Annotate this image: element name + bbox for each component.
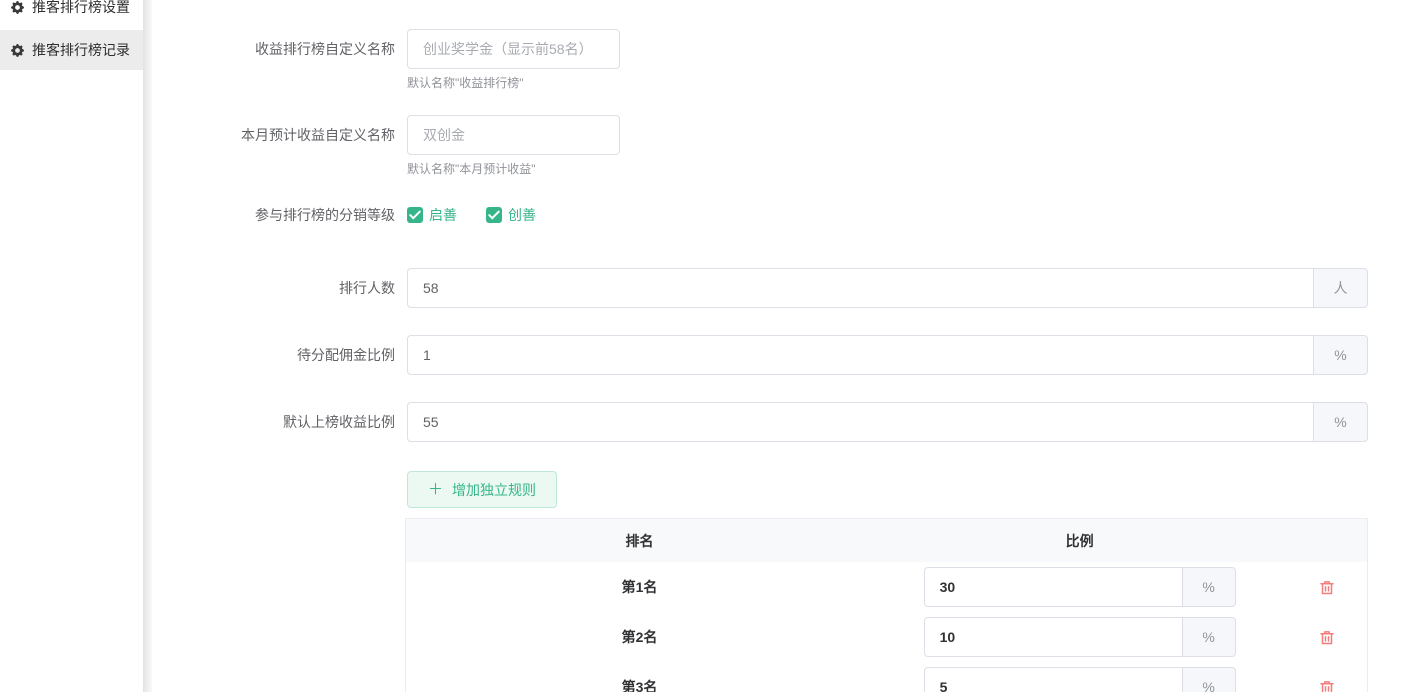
ratio-input[interactable] (924, 617, 1182, 657)
ranking-name-input[interactable] (407, 29, 620, 69)
rules-table-header: 排名 比例 (406, 519, 1367, 562)
ratio-unit: % (1182, 567, 1236, 607)
table-row: 第1名 % (406, 562, 1367, 612)
pending-commission-ratio-label: 待分配佣金比例 (0, 335, 395, 375)
checkbox-label: 启善 (429, 205, 457, 225)
monthly-income-name-input[interactable] (407, 115, 620, 155)
rank-count-unit: 人 (1313, 268, 1368, 308)
rank-cell: 第1名 (406, 577, 873, 597)
sidebar-item-tuike-ranking-settings[interactable]: 推客排行榜设置 (0, 0, 143, 28)
trash-icon[interactable] (1318, 628, 1336, 647)
ratio-input[interactable] (924, 567, 1182, 607)
form-row-default-income-ratio: 默认上榜收益比例 % (0, 402, 1368, 442)
sidebar-item-label: 推客排行榜设置 (32, 0, 130, 17)
pending-commission-ratio-unit: % (1313, 335, 1368, 375)
default-income-ratio-label: 默认上榜收益比例 (0, 402, 395, 442)
table-row: 第2名 % (406, 612, 1367, 662)
rank-cell: 第3名 (406, 677, 873, 692)
form-row-ranking-name: 收益排行榜自定义名称 (0, 29, 620, 69)
default-income-ratio-unit: % (1313, 402, 1368, 442)
default-income-ratio-input[interactable] (407, 402, 1313, 442)
checkbox-checked-icon (407, 207, 423, 223)
add-rule-button[interactable]: ＋ 增加独立规则 (407, 471, 557, 508)
monthly-income-name-label: 本月预计收益自定义名称 (0, 115, 395, 155)
ratio-input[interactable] (924, 667, 1182, 692)
ranking-name-helper: 默认名称"收益排行榜" (407, 74, 524, 91)
form-row-pending-commission-ratio: 待分配佣金比例 % (0, 335, 1368, 375)
checkbox-checked-icon (486, 207, 502, 223)
rank-cell: 第2名 (406, 627, 873, 647)
trash-icon[interactable] (1318, 578, 1336, 597)
pending-commission-ratio-input[interactable] (407, 335, 1313, 375)
checkbox-level-qishan[interactable]: 启善 (407, 205, 457, 225)
ranking-name-label: 收益排行榜自定义名称 (0, 29, 395, 69)
levels-label: 参与排行榜的分销等级 (0, 202, 395, 228)
checkbox-label: 创善 (508, 205, 536, 225)
gear-icon (11, 1, 24, 14)
trash-icon[interactable] (1318, 678, 1336, 692)
ratio-column-header: 比例 (873, 531, 1286, 551)
ratio-unit: % (1182, 617, 1236, 657)
form-row-rank-count: 排行人数 人 (0, 268, 1368, 308)
form-row-levels: 参与排行榜的分销等级 启善 创善 (0, 202, 536, 228)
add-rule-button-label: 增加独立规则 (452, 480, 536, 500)
form-row-monthly-income-name: 本月预计收益自定义名称 (0, 115, 620, 155)
rank-count-label: 排行人数 (0, 268, 395, 308)
plus-icon: ＋ (428, 482, 443, 497)
rules-table: 排名 比例 第1名 % 第2名 % (405, 518, 1368, 692)
rank-count-input[interactable] (407, 268, 1313, 308)
checkbox-level-chuangshan[interactable]: 创善 (486, 205, 536, 225)
table-row: 第3名 % (406, 662, 1367, 692)
ratio-unit: % (1182, 667, 1236, 692)
rank-column-header: 排名 (406, 531, 873, 551)
monthly-income-name-helper: 默认名称"本月预计收益" (407, 160, 536, 177)
